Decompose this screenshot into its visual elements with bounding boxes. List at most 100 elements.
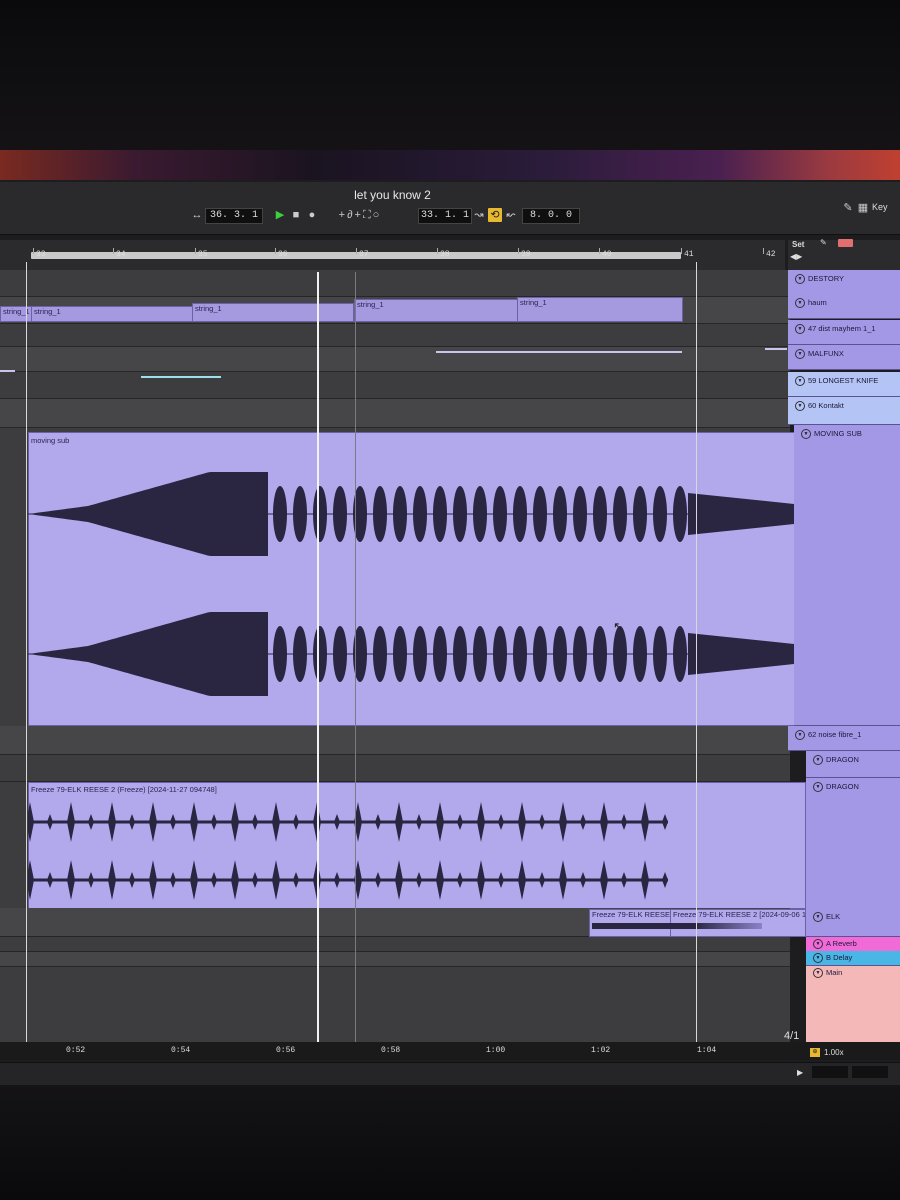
lock-icon[interactable] bbox=[838, 239, 853, 247]
track-lane-main[interactable] bbox=[0, 967, 790, 1043]
clip-label: Freeze 79-ELK REESE 2 [2024-09-06 1 bbox=[673, 910, 805, 919]
bar-number: 40 bbox=[602, 250, 612, 259]
scroll-right-icon[interactable]: ▶ bbox=[797, 1068, 803, 1077]
fold-icon[interactable]: ▼ bbox=[813, 953, 823, 963]
zoom-value[interactable]: 1.00x bbox=[824, 1048, 844, 1057]
waveform-spike bbox=[231, 860, 239, 900]
playhead[interactable] bbox=[317, 272, 319, 1042]
midi-note[interactable] bbox=[141, 376, 221, 378]
draw-mode-icon[interactable]: ✎ bbox=[820, 238, 827, 247]
track-header[interactable]: ▼ B Delay bbox=[806, 951, 900, 966]
monitor-bezel-bottom bbox=[0, 1085, 900, 1200]
scroll-arrows-icon[interactable]: ◀▶ bbox=[790, 252, 802, 261]
midi-note[interactable] bbox=[765, 348, 787, 350]
track-lane-b-delay[interactable] bbox=[0, 952, 790, 967]
loop-icon[interactable]: ⟲ bbox=[488, 208, 502, 222]
timecode-label: 0:58 bbox=[381, 1046, 401, 1055]
waveform-spike bbox=[88, 872, 94, 888]
overview-slot[interactable] bbox=[852, 1066, 888, 1078]
track-header[interactable]: ▼ 60 Kontakt bbox=[788, 397, 900, 425]
track-header[interactable]: ▼ 62 noise fibre_1 bbox=[788, 726, 900, 751]
track-header[interactable]: ▼ DRAGON bbox=[806, 778, 900, 909]
fold-icon[interactable]: ▼ bbox=[795, 274, 805, 284]
loop-start-line bbox=[26, 262, 27, 1042]
fold-icon[interactable]: ▼ bbox=[795, 349, 805, 359]
waveform-spike bbox=[600, 860, 608, 900]
fold-icon[interactable]: ▼ bbox=[795, 298, 805, 308]
track-header[interactable]: ▼ MOVING SUB bbox=[794, 425, 900, 726]
waveform-spike bbox=[293, 872, 299, 888]
track-lane-kontakt[interactable] bbox=[0, 399, 790, 428]
key-map-button[interactable]: Key bbox=[872, 202, 888, 212]
track-lane-dist-mayhem[interactable] bbox=[0, 324, 790, 347]
waveform-spike bbox=[108, 802, 116, 842]
zoom-icon[interactable]: ⊕ bbox=[810, 1048, 820, 1057]
record-icon[interactable]: ● bbox=[306, 208, 318, 222]
track-header[interactable]: ▼ haum bbox=[788, 294, 900, 319]
clip-string-1[interactable]: string_1 bbox=[354, 299, 518, 322]
track-lane-longest-knife[interactable] bbox=[0, 372, 790, 399]
fold-icon[interactable]: ▼ bbox=[795, 401, 805, 411]
song-position-field[interactable]: 36. 3. 1 bbox=[205, 208, 263, 224]
midi-note[interactable] bbox=[0, 370, 15, 372]
fold-icon[interactable]: ▼ bbox=[813, 939, 823, 949]
waveform-spike bbox=[272, 802, 280, 842]
fold-icon[interactable]: ▼ bbox=[813, 968, 823, 978]
clip-string-1[interactable]: string_1 bbox=[31, 306, 193, 322]
track-header[interactable]: ▼ A Reverb bbox=[806, 937, 900, 952]
play-icon[interactable]: ▶ bbox=[274, 208, 286, 222]
waveform-spike bbox=[129, 872, 135, 888]
fold-icon[interactable]: ▼ bbox=[801, 429, 811, 439]
clip-string-1[interactable]: string_1 bbox=[0, 306, 32, 322]
loop-start-field[interactable]: 33. 1. 1 bbox=[418, 208, 472, 224]
pencil-icon[interactable]: ✎ bbox=[842, 201, 854, 215]
waveform-spike bbox=[457, 872, 463, 888]
track-header[interactable]: ▼ ELK bbox=[806, 908, 900, 937]
fold-icon[interactable]: ▼ bbox=[813, 755, 823, 765]
waveform-spike bbox=[28, 802, 34, 842]
fold-icon[interactable]: ▼ bbox=[795, 730, 805, 740]
track-header[interactable]: ▼ DRAGON bbox=[806, 751, 900, 778]
waveform-spike bbox=[252, 814, 258, 830]
waveform-spike bbox=[457, 814, 463, 830]
waveform-spike bbox=[170, 814, 176, 830]
loop-length-field[interactable]: 8. 0. 0 bbox=[522, 208, 580, 224]
midi-note[interactable] bbox=[436, 351, 682, 353]
fold-icon[interactable]: ▼ bbox=[795, 324, 805, 334]
track-header[interactable]: ▼ Main bbox=[806, 966, 900, 1043]
waveform-spike bbox=[149, 860, 157, 900]
waveform-spike bbox=[211, 814, 217, 830]
punch-out-icon[interactable]: ↜ bbox=[504, 208, 518, 222]
clip-string-1[interactable]: string_1 bbox=[517, 297, 683, 322]
track-lane-a-reverb[interactable] bbox=[0, 937, 790, 952]
track-lane-destory[interactable] bbox=[0, 270, 790, 297]
waveform-spike bbox=[477, 802, 485, 842]
bar-number: 36 bbox=[278, 250, 288, 259]
track-header[interactable]: ▼ DESTORY bbox=[788, 270, 900, 295]
track-lane-dragon[interactable] bbox=[0, 755, 790, 782]
fold-icon[interactable]: ▼ bbox=[813, 912, 823, 922]
fold-icon[interactable]: ▼ bbox=[795, 376, 805, 386]
fold-icon[interactable]: ▼ bbox=[813, 782, 823, 792]
waveform-spike bbox=[559, 802, 567, 842]
waveform-spike bbox=[395, 860, 403, 900]
timecode-label: 0:52 bbox=[66, 1046, 86, 1055]
overview-slot[interactable] bbox=[812, 1066, 848, 1078]
clip-string-1[interactable]: string_1 bbox=[192, 303, 354, 322]
punch-in-icon[interactable]: ↝ bbox=[472, 208, 486, 222]
track-header[interactable]: ▼ 59 LONGEST KNIFE bbox=[788, 372, 900, 397]
waveform-spike bbox=[477, 860, 485, 900]
waveform-spike bbox=[190, 860, 198, 900]
waveform-spike bbox=[436, 802, 444, 842]
track-lane-noise-fibre[interactable] bbox=[0, 726, 790, 755]
bar-tick bbox=[356, 248, 357, 254]
track-header[interactable]: ▼ MALFUNX bbox=[788, 345, 900, 370]
waveform-spike bbox=[621, 872, 627, 888]
automation-controls[interactable]: +∂+⛶○ bbox=[330, 208, 390, 222]
bar-tick bbox=[275, 248, 276, 254]
track-header[interactable]: ▼ 47 dist mayhem 1_1 bbox=[788, 320, 900, 345]
follow-icon[interactable]: ↔ bbox=[190, 208, 204, 222]
stop-icon[interactable]: ■ bbox=[290, 208, 302, 222]
bar-number: 42 bbox=[766, 250, 776, 259]
grid-icon[interactable]: ▦ bbox=[857, 201, 869, 215]
